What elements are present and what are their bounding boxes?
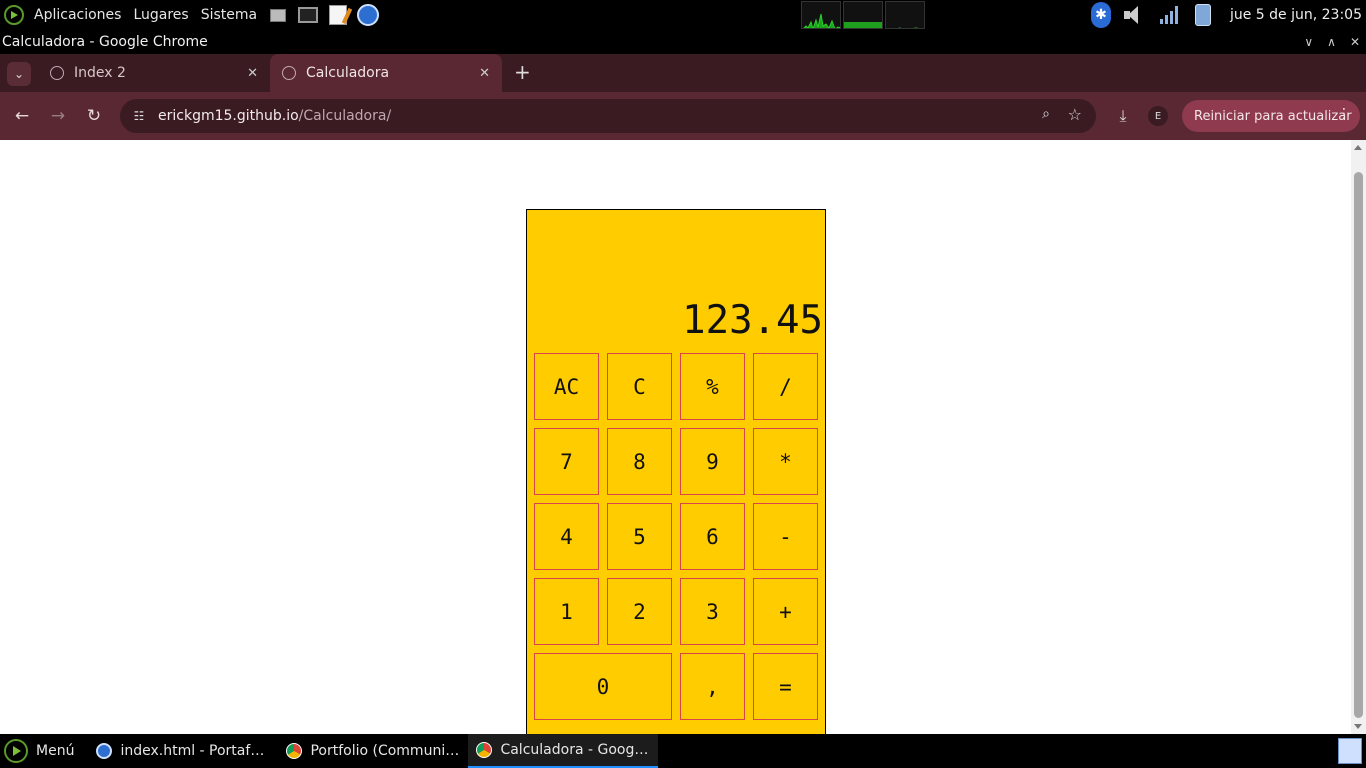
key-8[interactable]: 8 — [607, 428, 672, 495]
download-icon[interactable]: ⤓ — [1108, 106, 1138, 126]
tab-strip: ⌄ Index 2 ✕ Calculadora ✕ + — [0, 54, 1366, 92]
memory-graph-icon — [843, 1, 883, 29]
key-6[interactable]: 6 — [680, 503, 745, 570]
start-menu-button[interactable]: Menú — [0, 734, 88, 768]
close-tab-icon[interactable]: ✕ — [247, 66, 258, 81]
menu-lugares[interactable]: Lugares — [127, 0, 194, 30]
taskbar-item-portfolio[interactable]: Portfolio (Community)... — [278, 734, 468, 768]
tab-search-chevron-icon[interactable]: ⌄ — [7, 62, 31, 86]
tab-label: Index 2 — [74, 65, 126, 81]
minimize-icon[interactable]: ∨ — [1304, 35, 1313, 49]
back-arrow-icon[interactable]: ← — [4, 98, 40, 134]
page-viewport: 123.45 AC C % / 7 8 9 * 4 5 6 - 1 2 3 + … — [0, 140, 1351, 734]
browser-toolbar: ← → ↻ ☷ erickgm15.github.io/Calculadora/… — [0, 92, 1366, 140]
window-title: Calculadora - Google Chrome — [2, 34, 208, 50]
key-divide[interactable]: / — [753, 353, 818, 420]
task-label: index.html - Portafoli... — [120, 743, 271, 759]
taskbar-item-calculadora[interactable]: Calculadora - Google ... — [468, 734, 659, 768]
menu-dots-icon[interactable]: ⋮ — [1337, 106, 1351, 122]
key-multiply[interactable]: * — [753, 428, 818, 495]
text-editor-launcher-icon[interactable] — [327, 4, 349, 26]
cpu-graph-icon — [801, 1, 841, 29]
globe-favicon-icon — [50, 66, 64, 80]
show-desktop-icon[interactable] — [1338, 738, 1362, 764]
key-1[interactable]: 1 — [534, 578, 599, 645]
scrollbar-thumb[interactable] — [1354, 172, 1363, 718]
volume-icon[interactable] — [1123, 3, 1147, 27]
scroll-up-arrow-icon[interactable] — [1354, 145, 1362, 150]
key-percent[interactable]: % — [680, 353, 745, 420]
distro-logo-icon — [4, 739, 28, 763]
window-titlebar[interactable]: Calculadora - Google Chrome ∨ ∧ ✕ — [0, 30, 1366, 54]
key-9[interactable]: 9 — [680, 428, 745, 495]
bottom-taskbar: Menú index.html - Portafoli... Portfolio… — [0, 734, 1366, 768]
url-path: /Calculadora/ — [298, 108, 392, 124]
close-window-icon[interactable]: ✕ — [1350, 35, 1360, 49]
task-label: Calculadora - Google ... — [500, 742, 651, 758]
calculator-display: 123.45 — [682, 298, 823, 343]
restart-to-update-button[interactable]: Reiniciar para actualizar ⋮ — [1182, 100, 1360, 132]
system-top-panel: Aplicaciones Lugares Sistema ✱ jue 5 de … — [0, 0, 1366, 30]
system-tray: ✱ jue 5 de jun, 23:05 — [1084, 0, 1366, 30]
tab-calculadora[interactable]: Calculadora ✕ — [270, 54, 502, 92]
globe-favicon-icon — [282, 66, 296, 80]
key-7[interactable]: 7 — [534, 428, 599, 495]
terminal-launcher-icon[interactable] — [297, 4, 319, 26]
address-bar[interactable]: ☷ erickgm15.github.io/Calculadora/ ⌕ ☆ — [120, 99, 1096, 133]
task-label: Portfolio (Community)... — [310, 743, 460, 759]
update-button-label: Reiniciar para actualizar — [1194, 108, 1352, 124]
site-settings-icon[interactable]: ☷ — [130, 109, 148, 123]
key-4[interactable]: 4 — [534, 503, 599, 570]
network-signal-icon[interactable] — [1157, 3, 1181, 27]
close-tab-icon[interactable]: ✕ — [479, 66, 490, 81]
calculator-keypad: AC C % / 7 8 9 * 4 5 6 - 1 2 3 + 0 , = — [534, 353, 818, 720]
key-add[interactable]: + — [753, 578, 818, 645]
file-manager-launcher-icon[interactable] — [267, 4, 289, 26]
key-ac[interactable]: AC — [534, 353, 599, 420]
menu-aplicaciones[interactable]: Aplicaciones — [28, 0, 127, 30]
tab-label: Calculadora — [306, 65, 390, 81]
taskbar-item-index-html[interactable]: index.html - Portafoli... — [88, 734, 278, 768]
clock[interactable]: jue 5 de jun, 23:05 — [1230, 7, 1362, 23]
bookmark-star-icon[interactable]: ☆ — [1068, 105, 1082, 124]
new-tab-plus-icon[interactable]: + — [514, 60, 531, 84]
forward-arrow-icon[interactable]: → — [40, 98, 76, 134]
key-0[interactable]: 0 — [534, 653, 672, 720]
reload-icon[interactable]: ↻ — [76, 98, 112, 134]
maximize-icon[interactable]: ∧ — [1327, 35, 1336, 49]
calculator: 123.45 AC C % / 7 8 9 * 4 5 6 - 1 2 3 + … — [526, 209, 826, 734]
zoom-magnifier-icon[interactable]: ⌕ — [1042, 106, 1050, 122]
key-5[interactable]: 5 — [607, 503, 672, 570]
start-menu-label: Menú — [36, 743, 75, 759]
profile-avatar[interactable]: E — [1148, 106, 1168, 126]
distro-logo-icon[interactable] — [4, 5, 24, 25]
page-scrollbar[interactable] — [1351, 140, 1366, 734]
chrome-icon — [286, 743, 303, 759]
menu-sistema[interactable]: Sistema — [195, 0, 263, 30]
key-decimal[interactable]: , — [680, 653, 745, 720]
web-browser-launcher-icon[interactable] — [357, 4, 380, 26]
bluetooth-icon[interactable]: ✱ — [1089, 2, 1113, 28]
url-host: erickgm15.github.io — [158, 108, 299, 124]
scroll-down-arrow-icon[interactable] — [1354, 724, 1362, 729]
web-icon — [96, 743, 113, 759]
network-graph-icon — [885, 1, 925, 29]
key-2[interactable]: 2 — [607, 578, 672, 645]
tab-index-2[interactable]: Index 2 ✕ — [38, 54, 270, 92]
key-subtract[interactable]: - — [753, 503, 818, 570]
key-3[interactable]: 3 — [680, 578, 745, 645]
system-monitor[interactable] — [801, 1, 925, 29]
chrome-icon — [476, 742, 493, 758]
battery-icon[interactable] — [1191, 3, 1215, 27]
key-c[interactable]: C — [607, 353, 672, 420]
key-equals[interactable]: = — [753, 653, 818, 720]
